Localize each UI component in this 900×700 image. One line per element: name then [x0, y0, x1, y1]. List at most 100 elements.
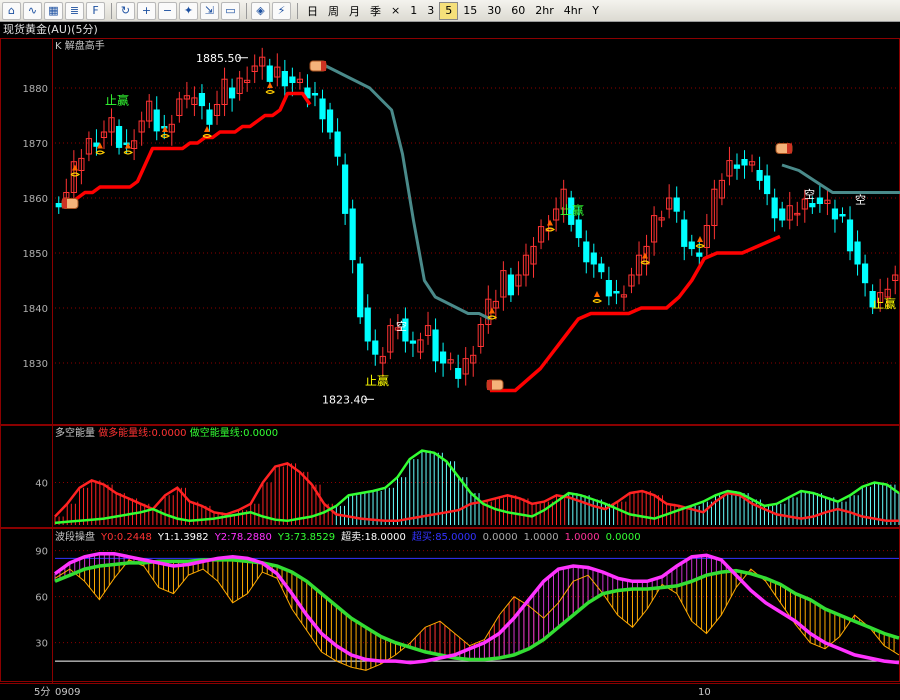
candle [733, 164, 741, 169]
signal-icon [695, 243, 706, 249]
buy-arrow-icon [594, 291, 600, 297]
candle [846, 219, 854, 252]
candle [598, 263, 605, 273]
footer-period: 5分 [34, 686, 50, 698]
candle [115, 126, 123, 148]
candle [575, 219, 582, 239]
period-button[interactable]: 月 [344, 2, 365, 20]
buy-arrow-icon [267, 82, 273, 88]
period-button[interactable]: 3 [422, 2, 439, 20]
candle [357, 263, 364, 318]
y-tick-label: 90 [35, 547, 48, 558]
y2-line [53, 551, 900, 665]
cuff-icon [787, 143, 792, 154]
resistance-line-2 [781, 163, 900, 194]
osc-value: Y2:78.2880 [214, 532, 272, 543]
candle [831, 208, 839, 220]
candle [696, 252, 703, 257]
take-profit-label: 止赢 [105, 93, 129, 108]
signal-icon [545, 227, 556, 232]
line-chart-icon[interactable]: ∿ [23, 1, 42, 20]
list-icon[interactable]: ≣ [65, 1, 84, 20]
period-button[interactable]: 60 [506, 2, 530, 20]
buy-arrow-icon [547, 219, 553, 226]
footer-date-left: 0909 [55, 687, 80, 698]
window-icon[interactable]: ▭ [221, 1, 240, 20]
candle [153, 109, 160, 132]
period-button[interactable]: 1 [405, 2, 422, 20]
main-panel-label: K 解盘高手 [55, 39, 105, 52]
candle [590, 252, 597, 265]
period-button[interactable]: 日 [302, 2, 323, 20]
candle [809, 203, 816, 208]
period-button[interactable]: 30 [482, 2, 506, 20]
osc-panel-label: 波段操盘 Y0:0.2448 Y1:1.3982 Y2:78.2880 Y3:73.85… [55, 530, 641, 543]
candle [326, 109, 334, 133]
support-line [68, 91, 312, 205]
cuff-icon [321, 61, 326, 71]
short-marker-label: 空 [804, 187, 815, 201]
pin-icon[interactable]: ◈ [251, 1, 270, 20]
take-profit-label: 止赢 [365, 373, 389, 388]
candle [583, 241, 590, 263]
candle [55, 203, 62, 208]
signal-icon [70, 172, 81, 177]
main-panel: 1830 1840 1850 1860 1870 1880 1885.50 1823.40 止赢… [23, 47, 900, 406]
short-marker-label: 空 [855, 193, 866, 207]
menu-icon[interactable]: ⌂ [2, 1, 21, 20]
take-profit-label: 止赢 [560, 203, 584, 218]
period-button[interactable]: Y [587, 2, 604, 20]
candle [861, 263, 869, 284]
time-axis [0, 683, 900, 700]
take-profit-label: 止赢 [872, 296, 896, 311]
chart-area[interactable]: 1830 1840 1850 1860 1870 1880 1885.50 1823.40 止赢… [0, 38, 900, 700]
grid-icon[interactable]: ▦ [44, 1, 63, 20]
footer-date-mid: 10 [698, 687, 711, 698]
candle [93, 142, 100, 147]
y-tick-label: 1870 [23, 139, 48, 150]
candle [372, 340, 379, 355]
candle [319, 98, 326, 120]
zoom-out-icon[interactable]: − [158, 1, 177, 20]
period-button[interactable]: 周 [323, 2, 344, 20]
y1-line [54, 559, 900, 671]
candle [342, 164, 349, 214]
period-button[interactable]: 5 [439, 1, 459, 20]
y-tick-label: 1850 [23, 249, 48, 260]
short-marker-label: 空 [396, 319, 407, 333]
period-button[interactable]: 4hr [559, 2, 588, 20]
f10-icon[interactable]: F [86, 1, 105, 20]
period-button[interactable]: 2hr [530, 2, 559, 20]
period-button[interactable]: × [386, 2, 405, 20]
candle [281, 71, 288, 87]
candle [854, 241, 861, 265]
signal-icon [592, 298, 603, 304]
alert-icon[interactable]: ⚡ [272, 1, 291, 20]
candle [409, 340, 417, 344]
candle [764, 175, 771, 195]
osc-value: 1.0000 [524, 532, 559, 543]
main-panel-frame [0, 38, 900, 425]
toolbar-separator [111, 2, 112, 19]
candle [198, 93, 206, 107]
osc-value: 1.0000 [565, 532, 600, 543]
candle [432, 329, 439, 362]
osc-value: Y0:0.2448 [100, 532, 152, 543]
candle [673, 197, 680, 212]
zoom-in-icon[interactable]: + [137, 1, 156, 20]
y-tick-label: 1860 [23, 194, 48, 205]
period-button[interactable]: 15 [458, 2, 482, 20]
osc-panel: 30 60 90 [35, 547, 900, 671]
candle [507, 274, 515, 296]
bookmark-icon[interactable]: ✦ [179, 1, 198, 20]
cuff-icon [487, 380, 492, 390]
candle [779, 208, 786, 221]
signal-icon [95, 150, 106, 155]
candle [364, 307, 371, 342]
candle [206, 109, 213, 125]
refresh-icon[interactable]: ↻ [116, 1, 135, 20]
export-icon[interactable]: ⇲ [200, 1, 219, 20]
y-tick-label: 1830 [23, 359, 48, 370]
period-button[interactable]: 季 [365, 2, 386, 20]
y-tick-label: 30 [35, 639, 48, 650]
